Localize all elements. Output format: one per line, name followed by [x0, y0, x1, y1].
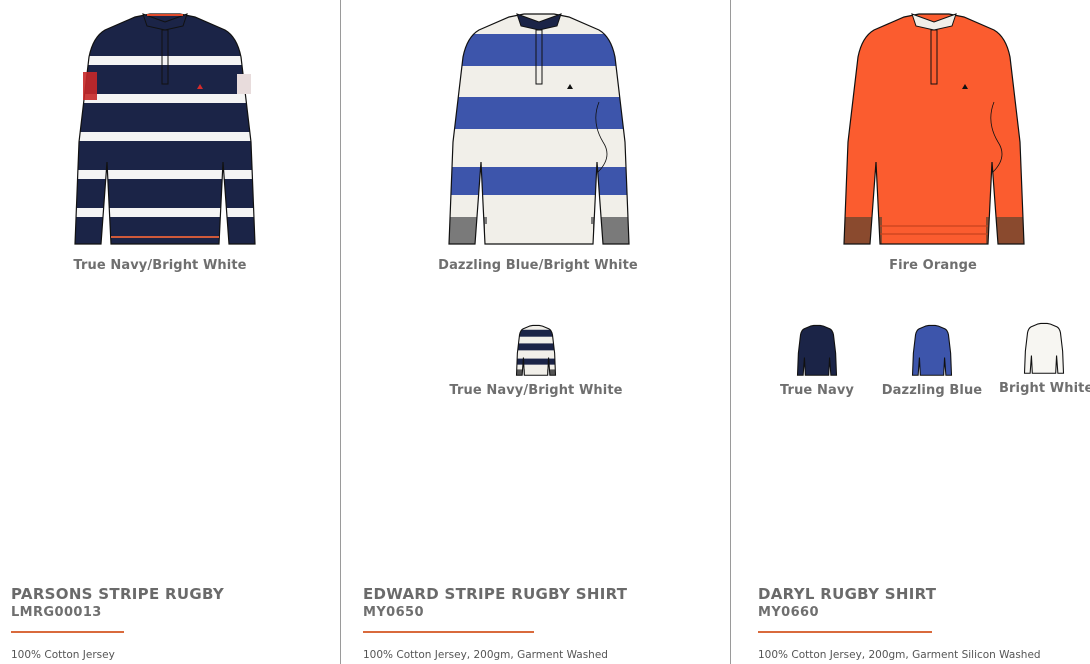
swatch-shirt-true-navy[interactable]: [795, 324, 839, 377]
product-description: 100% Cotton Jersey: [11, 649, 115, 661]
product-name: EDWARD STRIPE RUGBY SHIRT: [363, 585, 628, 603]
shirt-illustration-daryl: [843, 13, 1025, 245]
main-colorway-label: Dazzling Blue/Bright White: [438, 258, 638, 273]
swatch-shirt-bright-white[interactable]: [1022, 322, 1066, 375]
product-code: LMRG00013: [11, 605, 102, 620]
product-name: DARYL RUGBY SHIRT: [758, 585, 937, 603]
swatch-label: True Navy: [780, 383, 854, 398]
product-column-edward: Dazzling Blue/Bright White True Navy/Bri…: [341, 0, 730, 664]
shirt-illustration-parsons: [74, 13, 256, 245]
swatch-label: True Navy/Bright White: [449, 383, 623, 398]
shirt-illustration-edward: [448, 13, 630, 245]
accent-rule: [758, 631, 932, 633]
product-code: MY0660: [758, 605, 819, 620]
swatch-shirt-dazzling-blue[interactable]: [910, 324, 954, 377]
main-colorway-label: Fire Orange: [889, 258, 977, 273]
product-description: 100% Cotton Jersey, 200gm, Garment Silic…: [758, 649, 1041, 661]
main-colorway-label: True Navy/Bright White: [73, 258, 247, 273]
product-column-parsons: True Navy/Bright White PARSONS STRIPE RU…: [0, 0, 340, 664]
product-column-daryl: Fire Orange True Navy Dazzling Blue Brig…: [731, 0, 1090, 664]
accent-rule: [363, 631, 534, 633]
swatch-label: Dazzling Blue: [881, 383, 983, 398]
product-description: 100% Cotton Jersey, 200gm, Garment Washe…: [363, 649, 608, 661]
accent-rule: [11, 631, 124, 633]
product-code: MY0650: [363, 605, 424, 620]
product-name: PARSONS STRIPE RUGBY: [11, 585, 225, 603]
swatch-label: Bright White: [999, 381, 1090, 396]
swatch-shirt-true-navy-bright-white[interactable]: [514, 324, 558, 377]
